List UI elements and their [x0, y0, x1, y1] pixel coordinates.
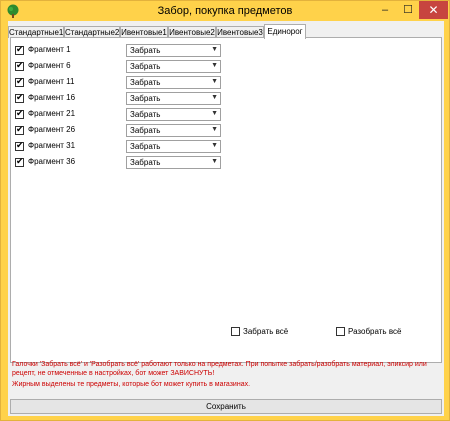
list-item: Фрагмент 21 Забрать ▼: [15, 108, 225, 122]
action-dropdown[interactable]: Забрать ▼: [126, 92, 221, 105]
action-dropdown[interactable]: Забрать ▼: [126, 60, 221, 73]
action-dropdown[interactable]: Забрать ▼: [126, 140, 221, 153]
dropdown-value: Забрать: [130, 142, 161, 151]
tab-panel: Фрагмент 1 Забрать ▼ Фрагмент 6 Забрать …: [10, 37, 442, 363]
chevron-down-icon: ▼: [211, 158, 218, 165]
item-label: Фрагмент 6: [28, 61, 71, 70]
item-label: Фрагмент 21: [28, 109, 76, 118]
save-button[interactable]: Сохранить: [10, 399, 442, 414]
item-checkbox[interactable]: [15, 156, 24, 167]
action-dropdown[interactable]: Забрать ▼: [126, 44, 221, 57]
item-label: Фрагмент 36: [28, 157, 76, 166]
item-checkbox[interactable]: [15, 124, 24, 135]
dropdown-value: Забрать: [130, 110, 161, 119]
item-checkbox[interactable]: [15, 76, 24, 87]
take-all-label: Забрать всё: [243, 327, 289, 336]
dropdown-value: Забрать: [130, 62, 161, 71]
close-button[interactable]: ✕: [419, 1, 448, 19]
titlebar[interactable]: Забор, покупка предметов – ☐ ✕: [1, 1, 449, 21]
action-dropdown[interactable]: Забрать ▼: [126, 108, 221, 121]
chevron-down-icon: ▼: [211, 142, 218, 149]
dropdown-value: Забрать: [130, 126, 161, 135]
chevron-down-icon: ▼: [211, 46, 218, 53]
list-item: Фрагмент 1 Забрать ▼: [15, 44, 225, 58]
client-area: Стандартные1 Стандартные2 Ивентовые1 Иве…: [8, 21, 444, 416]
action-dropdown[interactable]: Забрать ▼: [126, 76, 221, 89]
item-label: Фрагмент 31: [28, 141, 76, 150]
item-checkbox[interactable]: [15, 44, 24, 55]
note-text: Жирным выделены те предметы, которые бот…: [12, 381, 251, 388]
list-item: Фрагмент 26 Забрать ▼: [15, 124, 225, 138]
chevron-down-icon: ▼: [211, 126, 218, 133]
app-window: Забор, покупка предметов – ☐ ✕ Стандартн…: [0, 0, 450, 421]
dropdown-value: Забрать: [130, 78, 161, 87]
minimize-button[interactable]: –: [374, 1, 396, 19]
action-dropdown[interactable]: Забрать ▼: [126, 156, 221, 169]
list-item: Фрагмент 6 Забрать ▼: [15, 60, 225, 74]
disassemble-all-box[interactable]: [336, 327, 345, 336]
item-label: Фрагмент 16: [28, 93, 76, 102]
item-checkbox[interactable]: [15, 60, 24, 71]
disassemble-all-label: Разобрать всё: [348, 327, 402, 336]
item-label: Фрагмент 26: [28, 125, 76, 134]
item-checkbox[interactable]: [15, 92, 24, 103]
chevron-down-icon: ▼: [211, 78, 218, 85]
item-checkbox[interactable]: [15, 108, 24, 119]
chevron-down-icon: ▼: [211, 94, 218, 101]
action-dropdown[interactable]: Забрать ▼: [126, 124, 221, 137]
tab-unicorn[interactable]: Единорог: [264, 24, 306, 39]
chevron-down-icon: ▼: [211, 62, 218, 69]
list-item: Фрагмент 16 Забрать ▼: [15, 92, 225, 106]
take-all-box[interactable]: [231, 327, 240, 336]
dropdown-value: Забрать: [130, 46, 161, 55]
list-item: Фрагмент 31 Забрать ▼: [15, 140, 225, 154]
warning-text: Галочки 'Забрать всё' и 'Разобрать всё' …: [12, 361, 427, 377]
list-item: Фрагмент 36 Забрать ▼: [15, 156, 225, 170]
list-item: Фрагмент 11 Забрать ▼: [15, 76, 225, 90]
item-label: Фрагмент 11: [28, 77, 75, 86]
chevron-down-icon: ▼: [211, 110, 218, 117]
dropdown-value: Забрать: [130, 158, 161, 167]
maximize-button[interactable]: ☐: [397, 1, 419, 19]
item-label: Фрагмент 1: [28, 45, 71, 54]
item-checkbox[interactable]: [15, 140, 24, 151]
dropdown-value: Забрать: [130, 94, 161, 103]
